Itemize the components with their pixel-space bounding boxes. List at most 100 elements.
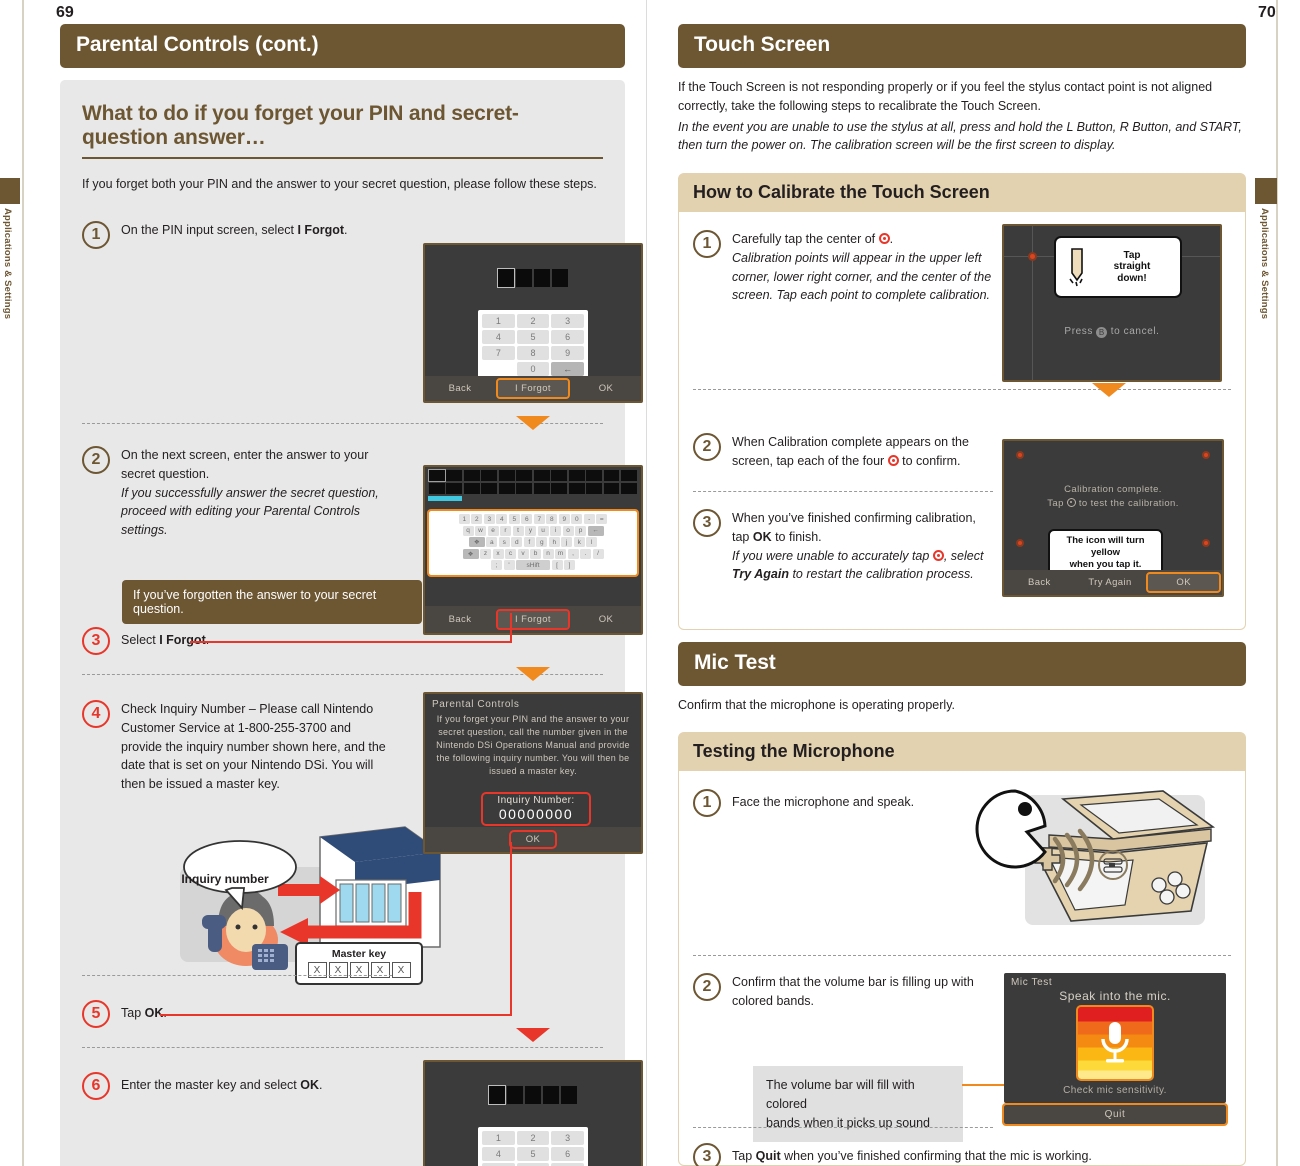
- pin-slot: [497, 268, 515, 288]
- step-3-text: Select I Forgot.: [121, 627, 282, 650]
- flow-arrow-down: [1092, 383, 1126, 397]
- back-button[interactable]: Back: [1004, 577, 1075, 588]
- inquiry-number-bubble-label: Inquiry number: [181, 872, 269, 886]
- keyboard-key[interactable]: .: [580, 548, 591, 559]
- step-5-bold: OK: [144, 1006, 164, 1020]
- keyboard-key[interactable]: 0: [571, 514, 583, 524]
- keypad-key[interactable]: 2: [516, 314, 550, 328]
- keyboard-key[interactable]: 5: [508, 514, 520, 524]
- master-key-slot: [507, 1086, 523, 1104]
- keyboard-shift-key[interactable]: ❖: [468, 537, 485, 547]
- keyboard-key[interactable]: =: [596, 514, 608, 524]
- keyboard-key[interactable]: /: [592, 548, 604, 559]
- back-button[interactable]: Back: [425, 383, 495, 394]
- ok-button[interactable]: OK: [571, 383, 641, 394]
- ok-button[interactable]: OK: [571, 614, 641, 625]
- keyboard-key[interactable]: w: [475, 525, 486, 536]
- i-forgot-button[interactable]: I Forgot: [496, 609, 570, 631]
- keyboard-key[interactable]: ,: [567, 548, 579, 559]
- keyboard-shift-key[interactable]: ❖: [462, 548, 479, 559]
- numeric-keypad[interactable]: 1 2 3 4 5 6 7 8 9 0 ←: [478, 1127, 588, 1166]
- calibrate-step-3-italic-c: to restart the calibration process.: [788, 567, 974, 582]
- keyboard-key[interactable]: ]: [564, 560, 575, 570]
- screen-secret-answer: 1 2 3 4 5 6 7 8 9 0 - = q w e r t y u i …: [423, 465, 643, 635]
- keypad-key[interactable]: 2: [516, 1131, 550, 1145]
- keyboard-key[interactable]: 9: [558, 514, 570, 524]
- keyboard-key[interactable]: 6: [521, 514, 533, 524]
- keyboard-key[interactable]: z: [480, 548, 491, 559]
- keyboard-key[interactable]: 4: [496, 514, 508, 524]
- keypad-key[interactable]: 6: [551, 330, 584, 344]
- keypad-key[interactable]: 3: [551, 314, 584, 328]
- mic-step-3-number: 3: [693, 1143, 721, 1166]
- answer-text-field[interactable]: [425, 467, 641, 494]
- keyboard-key[interactable]: t: [512, 525, 524, 536]
- keyboard-key[interactable]: r: [500, 525, 511, 536]
- keyboard-key[interactable]: 2: [471, 514, 483, 524]
- ok-button[interactable]: OK: [1146, 572, 1222, 594]
- keyboard-key[interactable]: i: [550, 525, 561, 536]
- keyboard-key[interactable]: [: [551, 560, 563, 570]
- calibration-point-upper-left[interactable]: [1028, 252, 1037, 261]
- keyboard-key[interactable]: b: [530, 548, 541, 559]
- keyboard-key[interactable]: v: [517, 548, 529, 559]
- keyboard-key[interactable]: j: [561, 537, 573, 547]
- numeric-keypad[interactable]: 1 2 3 4 5 6 7 8 9 0 ←: [478, 310, 588, 380]
- keyboard-key[interactable]: h: [548, 537, 560, 547]
- calibrate-step-2-line-b: to confirm.: [898, 453, 961, 468]
- calibration-confirm-point-tl[interactable]: [1016, 451, 1024, 459]
- mic-step-2-row: 2 Confirm that the volume bar is filling…: [693, 973, 993, 1011]
- i-forgot-button[interactable]: I Forgot: [496, 378, 570, 400]
- keyboard-backspace-key[interactable]: ←: [587, 525, 604, 536]
- keyboard-key[interactable]: 7: [533, 514, 545, 524]
- keypad-backspace-key[interactable]: ←: [551, 362, 584, 376]
- keyboard-key[interactable]: u: [537, 525, 549, 536]
- keypad-key[interactable]: 4: [482, 1147, 515, 1161]
- keypad-key[interactable]: 4: [482, 330, 515, 344]
- keypad-key[interactable]: 8: [516, 346, 550, 360]
- keyboard-key[interactable]: q: [462, 525, 474, 536]
- keyboard-key[interactable]: s: [498, 537, 510, 547]
- keyboard-key[interactable]: ': [503, 560, 515, 570]
- onscreen-keyboard[interactable]: 1 2 3 4 5 6 7 8 9 0 - = q w e r t y u i …: [427, 509, 639, 577]
- keyboard-key[interactable]: e: [487, 525, 499, 536]
- keypad-key[interactable]: 1: [482, 1131, 515, 1145]
- keyboard-key[interactable]: 1: [458, 514, 470, 524]
- keypad-key[interactable]: 6: [551, 1147, 584, 1161]
- keyboard-key[interactable]: y: [525, 525, 536, 536]
- keypad-key[interactable]: 5: [516, 1147, 550, 1161]
- keypad-key[interactable]: 7: [482, 346, 515, 360]
- keyboard-key[interactable]: k: [573, 537, 585, 547]
- keyboard-key[interactable]: n: [542, 548, 554, 559]
- keyboard-key[interactable]: g: [536, 537, 548, 547]
- calibration-confirm-point-br[interactable]: [1202, 539, 1210, 547]
- quit-button[interactable]: Quit: [1002, 1103, 1228, 1126]
- ok-button[interactable]: OK: [509, 829, 557, 849]
- calibrate-step-3-italic-a: If you were unable to accurately tap: [732, 548, 933, 563]
- keyboard-key[interactable]: o: [562, 525, 574, 536]
- keyboard-key[interactable]: -: [583, 514, 595, 524]
- keyboard-key[interactable]: 8: [546, 514, 558, 524]
- keyboard-key[interactable]: ;: [491, 560, 502, 570]
- keypad-key[interactable]: 5: [516, 330, 550, 344]
- step-2-number: 2: [82, 446, 110, 474]
- back-button[interactable]: Back: [425, 614, 495, 625]
- keyboard-key[interactable]: l: [586, 537, 598, 547]
- calibrate-step-1-line-b: .: [889, 232, 894, 246]
- keypad-key[interactable]: 3: [551, 1131, 584, 1145]
- keypad-key[interactable]: 9: [551, 346, 584, 360]
- keyboard-key[interactable]: d: [511, 537, 523, 547]
- keypad-key[interactable]: 0: [516, 362, 550, 376]
- calibration-confirm-point-tr[interactable]: [1202, 451, 1210, 459]
- keyboard-key[interactable]: 3: [483, 514, 495, 524]
- keyboard-key[interactable]: a: [486, 537, 498, 547]
- keyboard-key[interactable]: f: [523, 537, 535, 547]
- keyboard-key[interactable]: c: [505, 548, 516, 559]
- keyboard-space-key[interactable]: sHift: [516, 560, 550, 570]
- try-again-button[interactable]: Try Again: [1075, 577, 1146, 588]
- calibration-confirm-point-bl[interactable]: [1016, 539, 1024, 547]
- keyboard-key[interactable]: x: [492, 548, 504, 559]
- keyboard-key[interactable]: m: [555, 548, 566, 559]
- keypad-key[interactable]: 1: [482, 314, 515, 328]
- keyboard-key[interactable]: p: [575, 525, 586, 536]
